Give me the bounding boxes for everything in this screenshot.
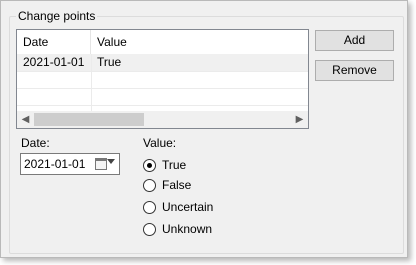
calendar-icon[interactable] [95, 158, 107, 170]
radio-label-false: False [162, 178, 192, 192]
dialog-frame: Change points Date Value 2021-01-01 True… [0, 0, 408, 258]
value-label: Value: [143, 136, 177, 150]
date-value: 2021-01-01 [24, 157, 86, 171]
date-label: Date: [21, 136, 50, 150]
group-title: Change points [16, 9, 98, 23]
grid-divider [91, 54, 92, 111]
horizontal-scrollbar[interactable]: ◀ ▶ [17, 111, 308, 128]
radio-unselected-icon[interactable] [143, 179, 156, 192]
grid-line [17, 105, 308, 106]
chevron-down-icon[interactable] [107, 159, 115, 164]
date-picker[interactable]: 2021-01-01 [20, 153, 120, 175]
row-value-cell: True [97, 55, 122, 69]
radio-label-true: True [162, 158, 187, 172]
remove-button[interactable]: Remove [315, 60, 394, 81]
row-date-cell: 2021-01-01 [23, 55, 85, 69]
column-header-value[interactable]: Value [91, 30, 308, 54]
list-header: Date Value [17, 30, 308, 54]
scroll-thumb[interactable] [34, 113, 144, 126]
grid-line [17, 71, 308, 72]
radio-label-uncertain: Uncertain [162, 200, 214, 214]
add-button[interactable]: Add [315, 30, 394, 51]
grid-line [17, 88, 308, 89]
radio-unselected-icon[interactable] [143, 223, 156, 236]
radio-selected-icon[interactable] [143, 159, 156, 172]
column-header-date[interactable]: Date [17, 30, 91, 54]
change-points-list[interactable]: Date Value 2021-01-01 True ◀ ▶ [16, 29, 309, 129]
radio-unselected-icon[interactable] [143, 201, 156, 214]
scroll-right-icon[interactable]: ▶ [291, 111, 308, 128]
table-row[interactable]: 2021-01-01 True [17, 54, 308, 71]
scroll-left-icon[interactable]: ◀ [17, 111, 34, 128]
radio-label-unknown: Unknown [162, 222, 213, 236]
